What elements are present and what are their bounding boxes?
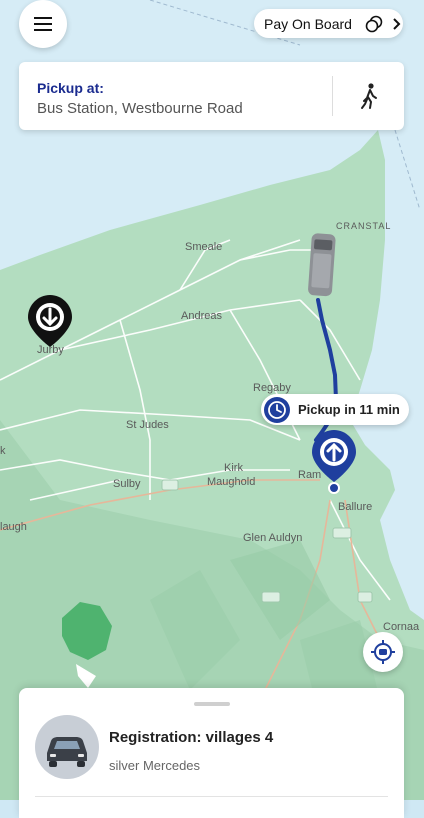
menu-button[interactable]	[19, 0, 67, 48]
recenter-vehicle-button[interactable]	[363, 632, 403, 672]
pickup-address: Bus Station, Westbourne Road	[37, 100, 243, 117]
pickup-divider	[332, 76, 333, 116]
map-label-cornaa: Cornaa	[383, 621, 420, 633]
chevron-right-icon	[393, 17, 401, 30]
map-label-st-judes: St Judes	[126, 419, 169, 431]
coins-icon	[365, 15, 383, 32]
map-label-kirk: Kirk	[224, 462, 243, 474]
map-label-cranstal: CRANSTAL	[336, 221, 391, 231]
map-label-laugh: laugh	[0, 521, 27, 533]
road-shield	[357, 591, 373, 603]
map-label-glen-auldyn: Glen Auldyn	[243, 532, 302, 544]
walking-person-icon[interactable]	[357, 82, 383, 110]
road-shield	[332, 527, 352, 539]
vehicle-registration: Registration: villages 4	[109, 729, 274, 746]
vehicle-description: silver Mercedes	[109, 758, 201, 773]
payment-method-button[interactable]: Pay On Board	[254, 9, 403, 38]
payment-method-label: Pay On Board	[264, 15, 352, 32]
vehicle-locate-icon	[371, 640, 395, 664]
map-label-sulby: Sulby	[113, 478, 141, 490]
map-label-ramsey: Ram	[298, 469, 321, 481]
pickup-eta-text: Pickup in 11 min	[298, 402, 400, 417]
map-label-k: k	[0, 445, 6, 457]
sheet-divider	[35, 796, 388, 797]
road-shield	[161, 479, 179, 491]
clock-icon	[264, 396, 290, 423]
vehicle-map-icon[interactable]	[308, 233, 336, 297]
pickup-card[interactable]: Pickup at: Bus Station, Westbourne Road	[19, 62, 404, 130]
pickup-eta-pill: Pickup in 11 min	[261, 394, 409, 425]
vehicle-details-sheet[interactable]: Registration: villages 4 silver Mercedes	[19, 688, 404, 818]
map-label-maughold: Maughold	[207, 476, 255, 488]
pickup-location-dot	[328, 482, 340, 494]
car-icon	[47, 737, 87, 767]
map-label-smeale: Smeale	[185, 241, 222, 253]
road-shield	[261, 591, 281, 603]
map-label-andreas: Andreas	[181, 310, 222, 322]
sheet-grabber[interactable]	[194, 702, 230, 706]
map-label-ballure: Ballure	[338, 501, 372, 513]
hamburger-icon	[34, 17, 52, 31]
vehicle-avatar	[35, 715, 99, 779]
map-label-regaby: Regaby	[253, 382, 291, 394]
pickup-title: Pickup at:	[37, 80, 104, 96]
